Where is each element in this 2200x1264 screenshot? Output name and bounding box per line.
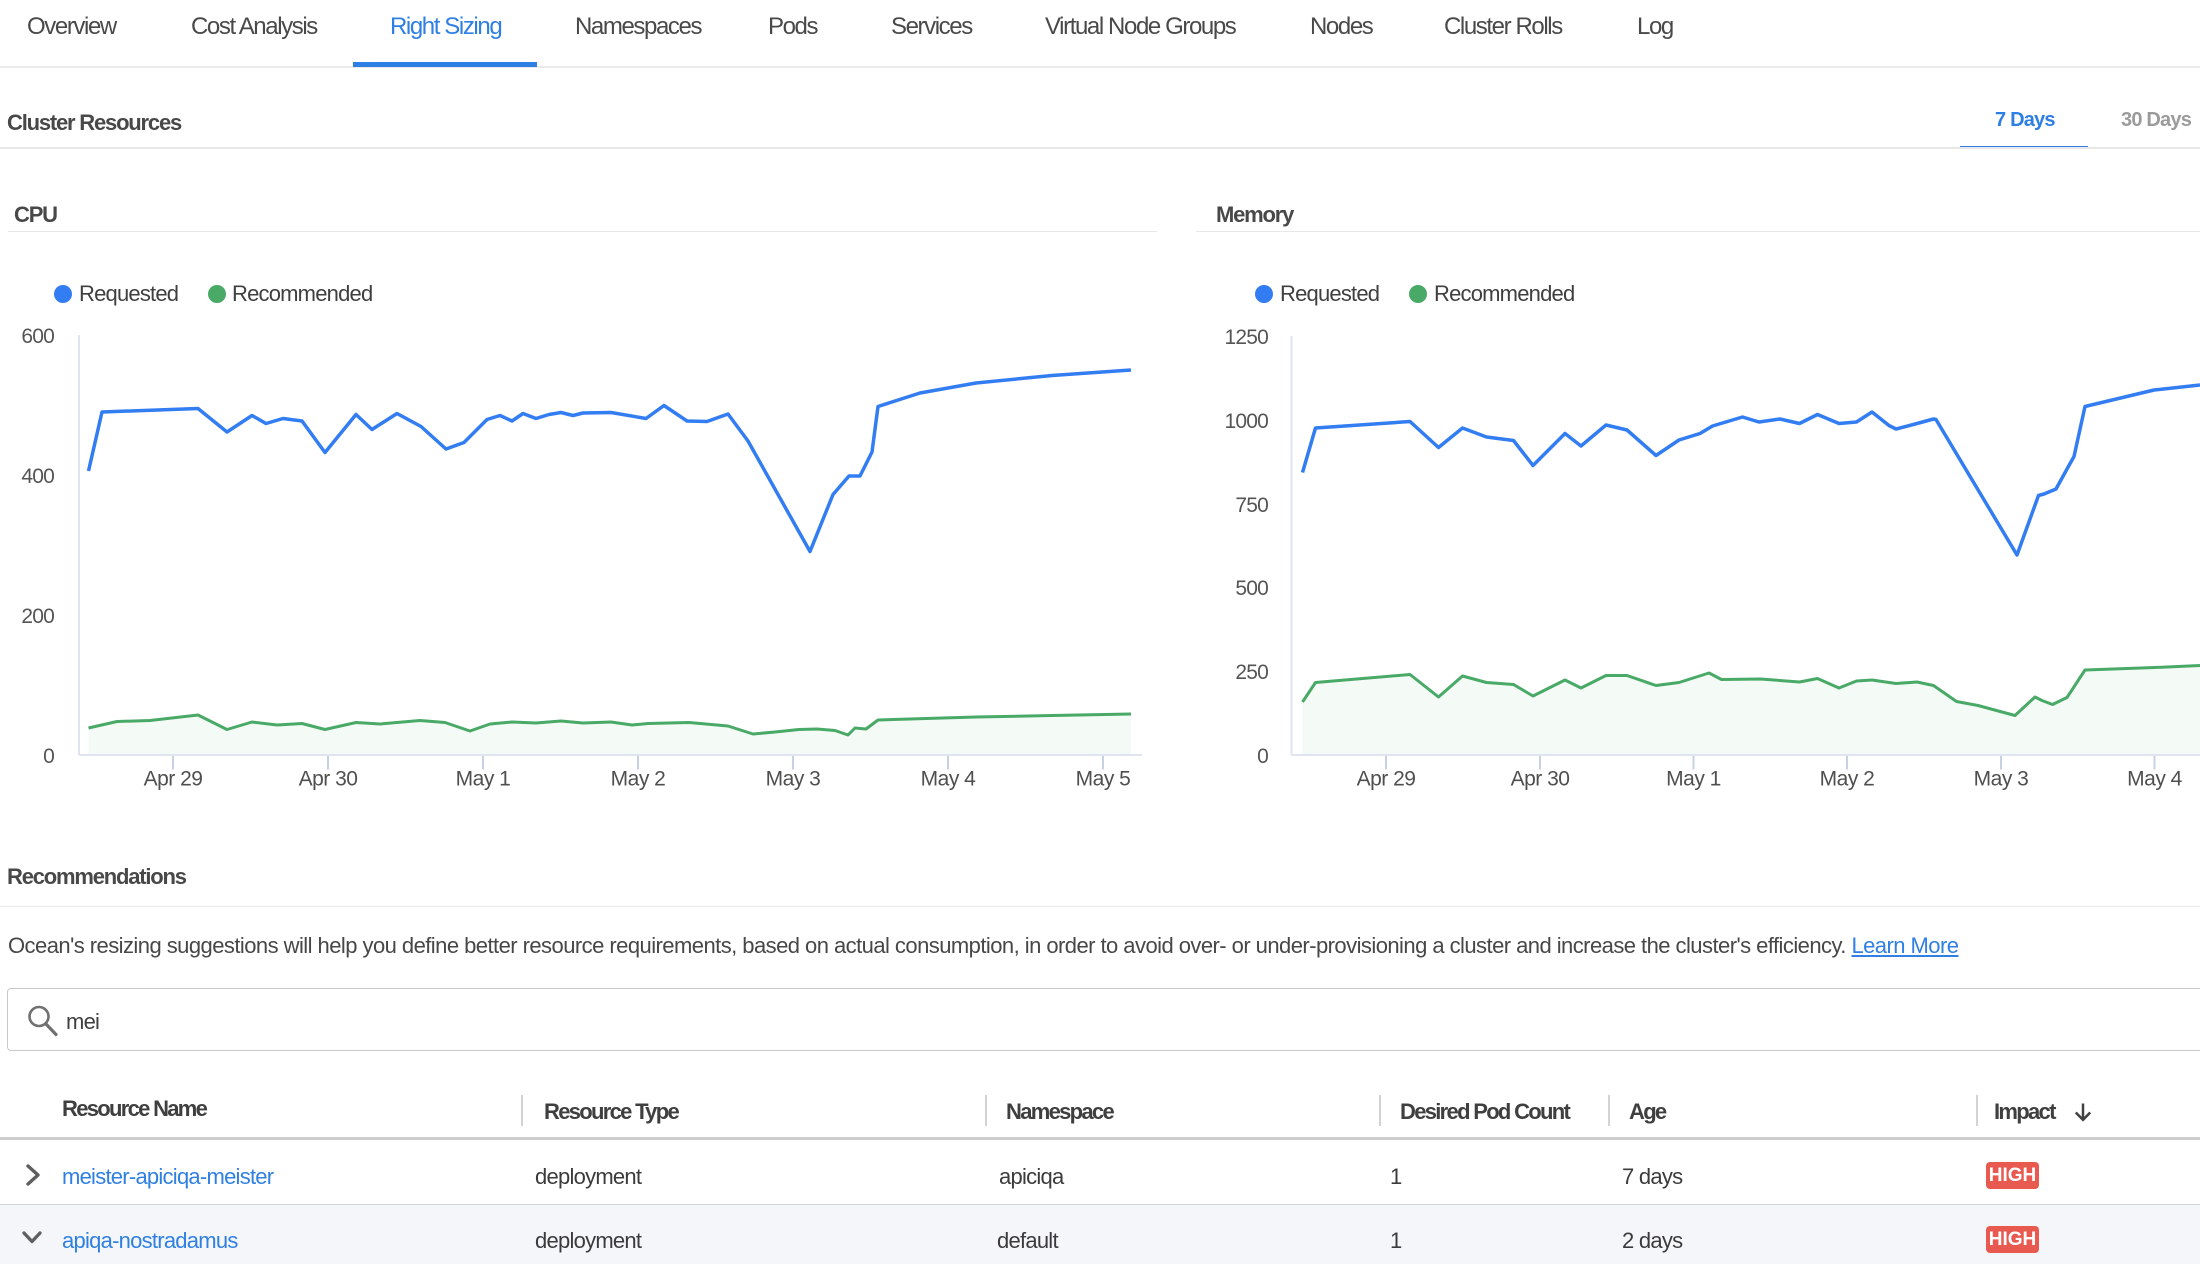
svg-text:250: 250 — [1235, 661, 1268, 684]
svg-text:May 1: May 1 — [456, 768, 511, 791]
svg-text:Apr 29: Apr 29 — [144, 768, 203, 791]
svg-text:750: 750 — [1235, 494, 1268, 517]
svg-text:May 2: May 2 — [1820, 768, 1875, 791]
svg-text:May 2: May 2 — [611, 768, 666, 791]
svg-text:1250: 1250 — [1224, 326, 1268, 349]
svg-text:600: 600 — [21, 325, 54, 348]
svg-text:1000: 1000 — [1224, 410, 1268, 433]
svg-text:200: 200 — [21, 605, 54, 628]
svg-text:May 4: May 4 — [921, 768, 977, 791]
svg-text:0: 0 — [43, 745, 54, 768]
svg-text:400: 400 — [21, 465, 54, 488]
svg-text:Apr 29: Apr 29 — [1357, 768, 1416, 791]
svg-text:May 1: May 1 — [1666, 768, 1721, 791]
svg-text:May 3: May 3 — [766, 768, 821, 791]
svg-text:Apr 30: Apr 30 — [1511, 768, 1570, 791]
svg-text:May 3: May 3 — [1974, 768, 2029, 791]
svg-text:May 4: May 4 — [2127, 768, 2183, 791]
svg-text:500: 500 — [1235, 577, 1268, 600]
svg-text:May 5: May 5 — [1076, 768, 1131, 791]
svg-text:Apr 30: Apr 30 — [299, 768, 358, 791]
svg-text:0: 0 — [1257, 745, 1268, 768]
